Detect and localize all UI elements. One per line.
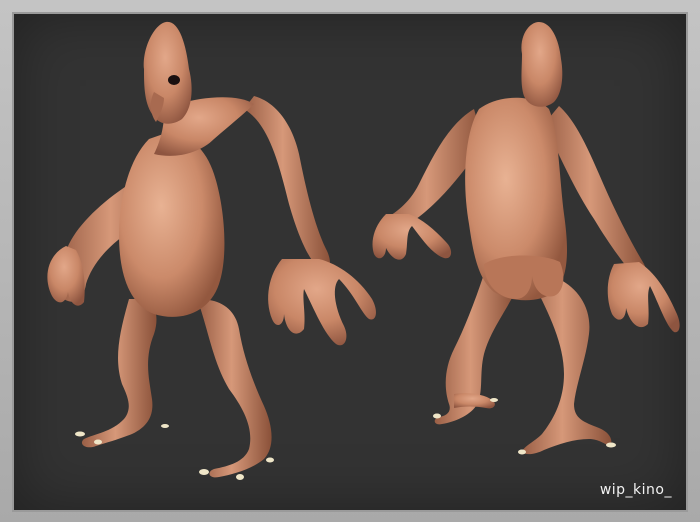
front-right-arm [244,96,330,272]
back-right-leg [522,279,612,455]
front-left-leg [81,299,157,448]
creature-back-view [372,22,680,455]
back-right-hand [607,262,680,333]
front-eye-icon [168,75,180,85]
sculpt-render [47,21,680,480]
watermark-text: wip_kino_ [599,482,672,498]
render-viewport: wip_kino_ [12,12,688,512]
back-head [521,22,563,107]
front-right-hand [268,259,376,346]
back-left-hand [372,214,452,260]
front-right-leg [199,300,272,478]
front-torso [119,132,225,317]
back-left-foot [454,393,495,409]
creature-front-view [47,21,376,480]
image-frame: wip_kino_ [0,0,700,522]
